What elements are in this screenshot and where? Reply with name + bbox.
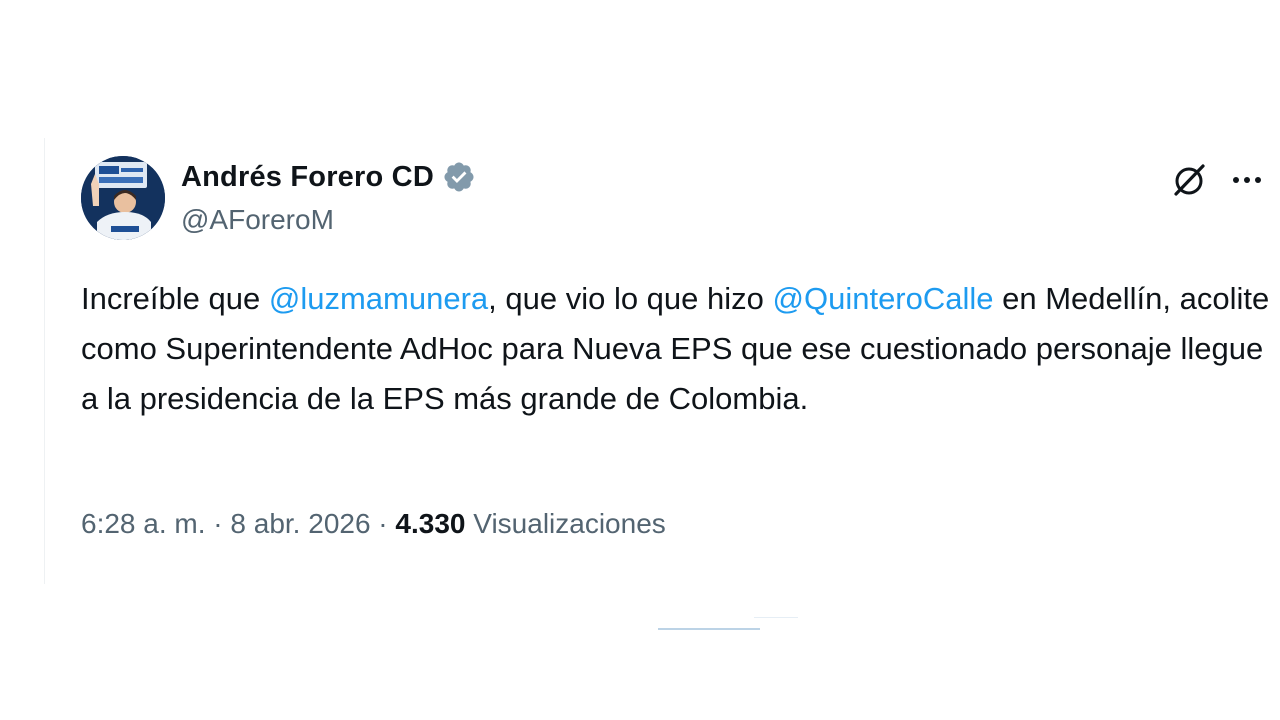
divider <box>658 628 760 630</box>
more-options-icon[interactable] <box>1227 162 1267 198</box>
mention-link[interactable]: @luzmamunera <box>269 281 488 316</box>
tweet-text: Increíble que @luzmamunera, que vio lo q… <box>81 274 1271 424</box>
tweet-time[interactable]: 6:28 a. m. <box>81 508 206 539</box>
divider <box>754 617 798 618</box>
author-handle[interactable]: @AForeroM <box>181 204 334 236</box>
tweet-text-part: Increíble que <box>81 281 269 316</box>
mention-link[interactable]: @QuinteroCalle <box>773 281 994 316</box>
avatar-photo-icon <box>81 156 165 240</box>
meta-separator: · <box>370 508 396 539</box>
author-name-row: Andrés Forero CD <box>181 160 476 194</box>
verified-badge-icon[interactable] <box>442 160 476 194</box>
meta-separator: · <box>205 508 231 539</box>
tweet-card[interactable]: Andrés Forero CD @AForeroM Increíble que… <box>44 138 1276 584</box>
tweet-date[interactable]: 8 abr. 2026 <box>230 508 370 539</box>
views-label: Visualizaciones <box>465 508 666 539</box>
author-display-name[interactable]: Andrés Forero CD <box>181 161 434 194</box>
tweet-meta: 6:28 a. m. · 8 abr. 2026 · 4.330 Visuali… <box>81 508 666 540</box>
avatar[interactable] <box>81 156 165 240</box>
views-count: 4.330 <box>395 508 466 539</box>
tweet-text-part: , que vio lo que hizo <box>488 281 773 316</box>
grok-icon[interactable] <box>1169 160 1209 200</box>
